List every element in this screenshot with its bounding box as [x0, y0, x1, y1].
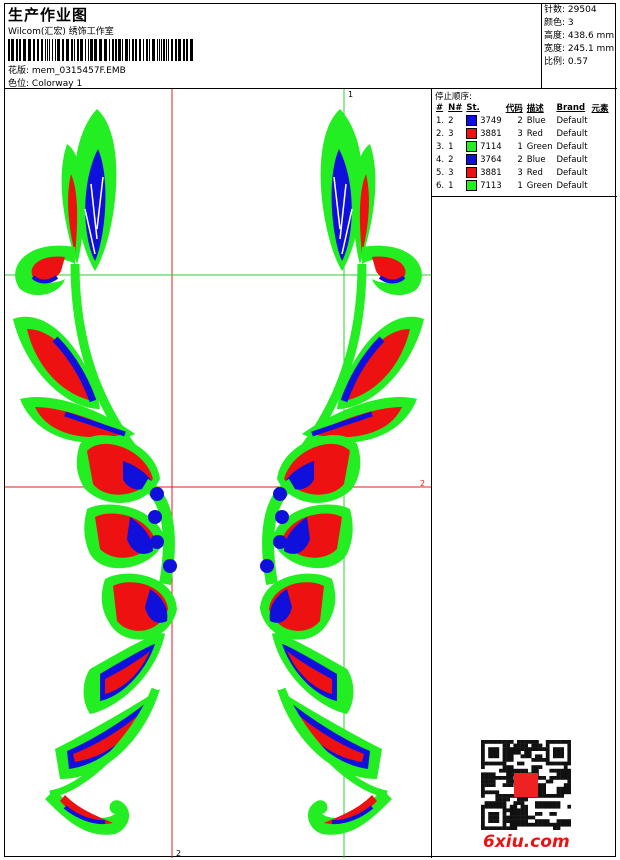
page-title: 生产作业图 [8, 6, 89, 24]
element-cell [590, 140, 611, 153]
stop-sequence-panel: 停止顺序: # N# St. 代码 描述 Brand 元素 1. 2 3749 2 B… [432, 89, 617, 197]
column-header: St. [466, 103, 480, 113]
idx-cell: 2. [436, 128, 445, 139]
color-swatch [466, 128, 478, 139]
column-header: 元素 [591, 104, 609, 114]
stat-width: 宽度: 245.1 mm [544, 44, 615, 54]
brand-cell: Default [556, 180, 588, 191]
header-panel: 生产作业图 Wilcom(汇宏) 绣饰工作室 花版: mem_0315457F.… [5, 4, 542, 89]
st-cell: 2 [517, 154, 523, 165]
brand-cell: Default [556, 167, 588, 178]
code-cell: 3881 [464, 166, 503, 179]
element-cell [590, 179, 611, 192]
brand-cell: Default [556, 128, 588, 139]
stop-sequence-title: 停止顺序: [435, 92, 472, 102]
color-code: 3881 [480, 129, 502, 139]
stop-sequence-row: 6. 1 7113 1 Green Default [434, 179, 611, 192]
color-swatch [466, 167, 478, 178]
company-name: Wilcom(汇宏) 绣饰工作室 [8, 27, 114, 37]
column-header: Brand [556, 103, 586, 113]
stop-sequence-table: # N# St. 代码 描述 Brand 元素 1. 2 3749 2 Blue Def… [434, 102, 611, 192]
st-cell: 1 [517, 180, 523, 191]
code-cell: 3764 [464, 153, 503, 166]
stop-sequence-row: 4. 2 3764 2 Blue Default [434, 153, 611, 166]
idx-cell: 1. [436, 115, 445, 126]
color-code: 3764 [480, 155, 502, 165]
color-swatch [466, 154, 478, 165]
idx-cell: 3. [436, 141, 445, 152]
design-name: mem_0315457F.EMB [31, 66, 126, 76]
stop-sequence-row: 1. 2 3749 2 Blue Default [434, 114, 611, 127]
brand-cell: Default [556, 154, 588, 165]
stop-sequence-header-row: # N# St. 代码 描述 Brand 元素 [434, 102, 611, 114]
idx-cell: 4. [436, 154, 445, 165]
column-header: # [436, 103, 444, 113]
colorway-label: 色位: [8, 79, 32, 89]
stop-sequence-row: 5. 3 3881 3 Red Default [434, 166, 611, 179]
column-header: N# [448, 103, 463, 113]
st-cell: 3 [517, 128, 523, 139]
n-cell: 2 [448, 154, 454, 165]
n-cell: 2 [448, 115, 454, 126]
design-preview-canvas: 1 2 2 [5, 89, 432, 858]
column-header: 代码 [505, 104, 523, 114]
watermark-text: 6xiu.com [483, 832, 570, 852]
colorway-name: Colorway 1 [31, 79, 83, 89]
color-swatch [466, 180, 478, 191]
code-cell: 7114 [464, 140, 503, 153]
color-code: 7113 [480, 181, 502, 191]
n-cell: 1 [448, 180, 454, 191]
column-header: 描述 [526, 104, 544, 114]
desc-cell: Blue [526, 115, 546, 126]
n-cell: 3 [448, 128, 454, 139]
color-swatch [466, 141, 478, 152]
element-cell [590, 166, 611, 179]
desc-cell: Blue [526, 154, 546, 165]
idx-cell: 6. [436, 180, 445, 191]
stats-panel: 针数: 29504 颜色: 3 高度: 438.6 mm 宽度: 245.1 m… [542, 4, 617, 89]
embroidery-design: 1 2 2 [5, 89, 431, 858]
color-code: 7114 [480, 142, 502, 152]
color-swatch [466, 115, 478, 126]
guide-marker-2-bottom: 2 [176, 849, 181, 858]
n-cell: 3 [448, 167, 454, 178]
brand-cell: Default [556, 115, 588, 126]
guide-marker-2-right: 2 [420, 479, 425, 488]
embroidery-left-half [13, 109, 177, 835]
st-cell: 3 [517, 167, 523, 178]
production-worksheet: 生产作业图 Wilcom(汇宏) 绣饰工作室 花版: mem_0315457F.… [4, 3, 617, 858]
barcode-image [8, 39, 193, 61]
stat-scale: 比例: 0.57 [544, 57, 588, 67]
element-cell [590, 127, 611, 140]
code-cell: 3749 [464, 114, 503, 127]
stat-colors: 颜色: 3 [544, 18, 574, 28]
element-cell [590, 153, 611, 166]
desc-cell: Green [526, 141, 553, 152]
code-cell: 3881 [464, 127, 503, 140]
st-cell: 2 [517, 115, 523, 126]
n-cell: 1 [448, 141, 454, 152]
colorway-line: 色位: Colorway 1 [8, 76, 82, 89]
embroidery-right-half [260, 109, 424, 835]
guide-marker-1: 1 [348, 90, 353, 99]
desc-cell: Red [526, 167, 543, 178]
stat-height: 高度: 438.6 mm [544, 31, 615, 41]
desc-cell: Green [526, 180, 553, 191]
color-code: 3881 [480, 168, 502, 178]
qr-code-image [481, 740, 571, 830]
element-cell [590, 114, 611, 127]
stop-sequence-row: 3. 1 7114 1 Green Default [434, 140, 611, 153]
design-label: 花版: [8, 66, 32, 76]
stat-stitches: 针数: 29504 [544, 5, 597, 15]
idx-cell: 5. [436, 167, 445, 178]
stop-sequence-row: 2. 3 3881 3 Red Default [434, 127, 611, 140]
code-cell: 7113 [464, 179, 503, 192]
design-name-line: 花版: mem_0315457F.EMB [8, 63, 126, 76]
color-code: 3749 [480, 116, 502, 126]
brand-cell: Default [556, 141, 588, 152]
desc-cell: Red [526, 128, 543, 139]
st-cell: 1 [517, 141, 523, 152]
